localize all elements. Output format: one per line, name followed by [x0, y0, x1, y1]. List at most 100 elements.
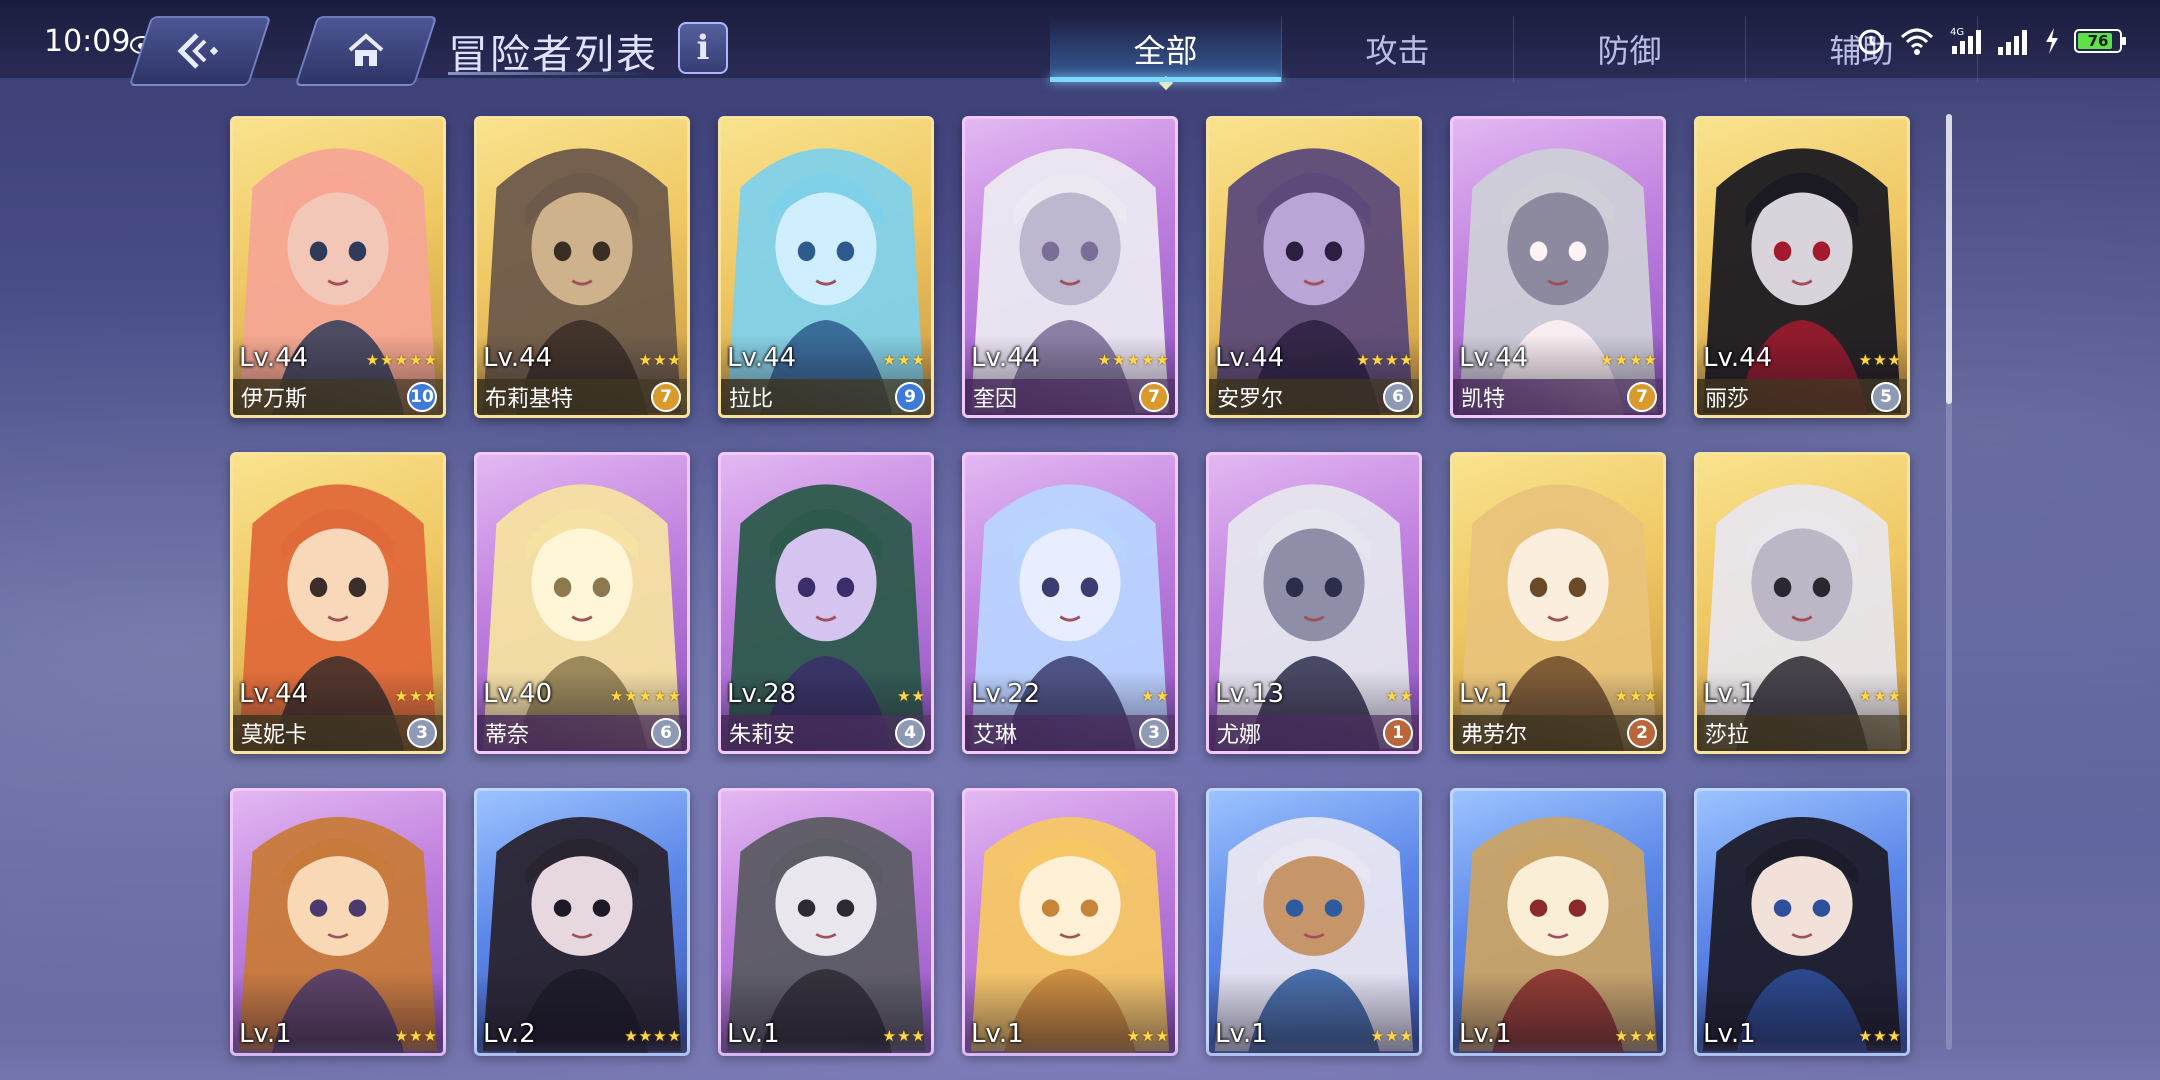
adventurer-card[interactable]: Lv.1 ★ ★ ★ — [718, 788, 934, 1056]
star-icon: ★ — [1385, 351, 1399, 369]
battery-level: 76 — [2087, 32, 2109, 50]
adventurer-card[interactable]: Lv.44 ★ ★ ★ ★ ★ 伊万斯 10 — [230, 116, 446, 418]
star-icon: ★ — [897, 351, 911, 369]
star-icon: ★ — [1614, 351, 1629, 369]
tab-label: 全部 — [1133, 32, 1198, 70]
adventurer-card[interactable]: Lv.1 ★ ★ ★ — [230, 788, 446, 1056]
charging-icon — [2046, 28, 2058, 54]
adventurer-card[interactable]: Lv.28 ★ ★ 朱莉安 4 — [718, 452, 934, 754]
status-time: 10:09 — [44, 24, 131, 59]
star-icon: ★ — [409, 687, 423, 705]
star-icon: ★ — [423, 687, 437, 705]
star-rating: ★ ★ — [897, 687, 925, 705]
info-icon: i — [696, 28, 710, 68]
adventurer-card[interactable]: Lv.13 ★ ★ 尤娜 1 — [1206, 452, 1422, 754]
adventurer-card[interactable]: Lv.1 ★ ★ ★ — [1694, 788, 1910, 1056]
name-bar: 莎拉 — [1697, 715, 1907, 751]
level-label: Lv.44 — [483, 343, 553, 373]
star-icon: ★ — [897, 687, 911, 705]
star-icon: ★ — [1399, 351, 1413, 369]
star-icon: ★ — [653, 687, 667, 705]
adventurer-card[interactable]: Lv.40 ★ ★ ★ ★ ★ 蒂奈 6 — [474, 452, 690, 754]
star-icon: ★ — [1643, 687, 1657, 705]
star-icon: ★ — [1614, 687, 1629, 705]
battery-icon: 76 — [2074, 29, 2126, 53]
adventurer-card[interactable]: Lv.1 ★ ★ ★ 弗劳尔 2 — [1450, 452, 1666, 754]
level-label: Lv.44 — [1459, 343, 1529, 373]
level-label: Lv.13 — [1215, 679, 1285, 709]
adventurer-card[interactable]: Lv.2 ★ ★ ★ ★ — [474, 788, 690, 1056]
star-icon: ★ — [365, 351, 380, 369]
rank-badge: 6 — [1383, 382, 1413, 412]
star-icon: ★ — [1399, 687, 1413, 705]
adventurer-name: 伊万斯 — [241, 387, 308, 412]
rank-badge: 4 — [895, 718, 925, 748]
star-icon: ★ — [1126, 351, 1141, 369]
star-icon: ★ — [1887, 351, 1901, 369]
star-icon: ★ — [1097, 351, 1112, 369]
star-icon: ★ — [638, 351, 653, 369]
tab-attack[interactable]: 攻击 — [1282, 16, 1514, 82]
home-button[interactable] — [294, 16, 438, 86]
rank-badge: 7 — [651, 382, 681, 412]
star-icon: ★ — [1155, 351, 1169, 369]
star-icon: ★ — [1873, 351, 1887, 369]
tab-label: 防御 — [1597, 32, 1662, 70]
adventurer-card[interactable]: Lv.1 ★ ★ ★ — [1206, 788, 1422, 1056]
adventurer-card[interactable]: Lv.44 ★ ★ ★ 布莉基特 7 — [474, 116, 690, 418]
rank-badge: 5 — [1871, 382, 1901, 412]
title-underline — [448, 72, 648, 75]
scrollbar-thumb[interactable] — [1946, 114, 1952, 405]
adventurer-card[interactable]: Lv.44 ★ ★ ★ ★ 凯特 7 — [1450, 116, 1666, 418]
star-icon: ★ — [1643, 351, 1657, 369]
rank-badge: 6 — [651, 718, 681, 748]
star-icon: ★ — [1370, 351, 1385, 369]
adventurer-card[interactable]: Lv.1 ★ ★ ★ — [1450, 788, 1666, 1056]
adventurer-name: 莫妮卡 — [241, 723, 308, 748]
adventurer-card[interactable]: Lv.1 ★ ★ ★ — [962, 788, 1178, 1056]
level-label: Lv.44 — [1215, 343, 1285, 373]
star-icon: ★ — [911, 351, 925, 369]
star-icon: ★ — [911, 687, 925, 705]
adventurer-name: 奎因 — [973, 387, 1018, 412]
adventurer-name: 拉比 — [729, 387, 774, 412]
info-button[interactable]: i — [678, 22, 728, 74]
level-label: Lv.22 — [971, 679, 1041, 709]
back-button[interactable] — [128, 16, 272, 86]
tab-all[interactable]: 全部 — [1050, 16, 1282, 91]
star-rating: ★ ★ ★ — [1859, 351, 1901, 369]
rank-badge: 10 — [407, 382, 437, 412]
adventurer-card[interactable]: Lv.44 ★ ★ ★ 丽莎 5 — [1694, 116, 1910, 418]
level-label: Lv.44 — [239, 679, 309, 709]
adventurer-card[interactable]: Lv.44 ★ ★ ★ ★ 安罗尔 6 — [1206, 116, 1422, 418]
active-tab-marker — [1158, 75, 1173, 91]
adventurer-name: 凯特 — [1461, 387, 1506, 412]
adventurer-name: 艾琳 — [973, 723, 1018, 748]
alarm-icon — [1858, 29, 1884, 55]
adventurer-name: 莎拉 — [1705, 723, 1750, 748]
adventurer-card[interactable]: Lv.22 ★ ★ 艾琳 3 — [962, 452, 1178, 754]
star-icon: ★ — [667, 687, 681, 705]
tab-defense[interactable]: 防御 — [1514, 16, 1746, 82]
adventurer-card[interactable]: Lv.44 ★ ★ ★ 莫妮卡 3 — [230, 452, 446, 754]
star-rating: ★ ★ ★ ★ ★ — [1098, 351, 1169, 369]
adventurer-name: 蒂奈 — [485, 723, 530, 748]
adventurer-card[interactable]: Lv.44 ★ ★ ★ 拉比 9 — [718, 116, 934, 418]
bottom-fade — [0, 1040, 2160, 1080]
wifi-icon — [1900, 28, 1934, 55]
rank-badge: 3 — [1139, 718, 1169, 748]
adventurer-name: 弗劳尔 — [1461, 723, 1528, 748]
star-rating: ★ ★ ★ — [883, 351, 925, 369]
star-rating: ★ ★ ★ — [639, 351, 681, 369]
level-label: Lv.44 — [727, 343, 797, 373]
scrollbar[interactable] — [1946, 114, 1952, 1050]
level-label: Lv.28 — [727, 679, 797, 709]
adventurer-card[interactable]: Lv.44 ★ ★ ★ ★ ★ 奎因 7 — [962, 116, 1178, 418]
adventurer-card[interactable]: Lv.1 ★ ★ ★ 莎拉 — [1694, 452, 1910, 754]
level-label: Lv.40 — [483, 679, 553, 709]
star-rating: ★ ★ ★ ★ — [1356, 351, 1413, 369]
star-icon: ★ — [1858, 351, 1873, 369]
rank-badge: 3 — [407, 718, 437, 748]
star-rating: ★ ★ — [1141, 687, 1169, 705]
rank-badge: 1 — [1383, 718, 1413, 748]
